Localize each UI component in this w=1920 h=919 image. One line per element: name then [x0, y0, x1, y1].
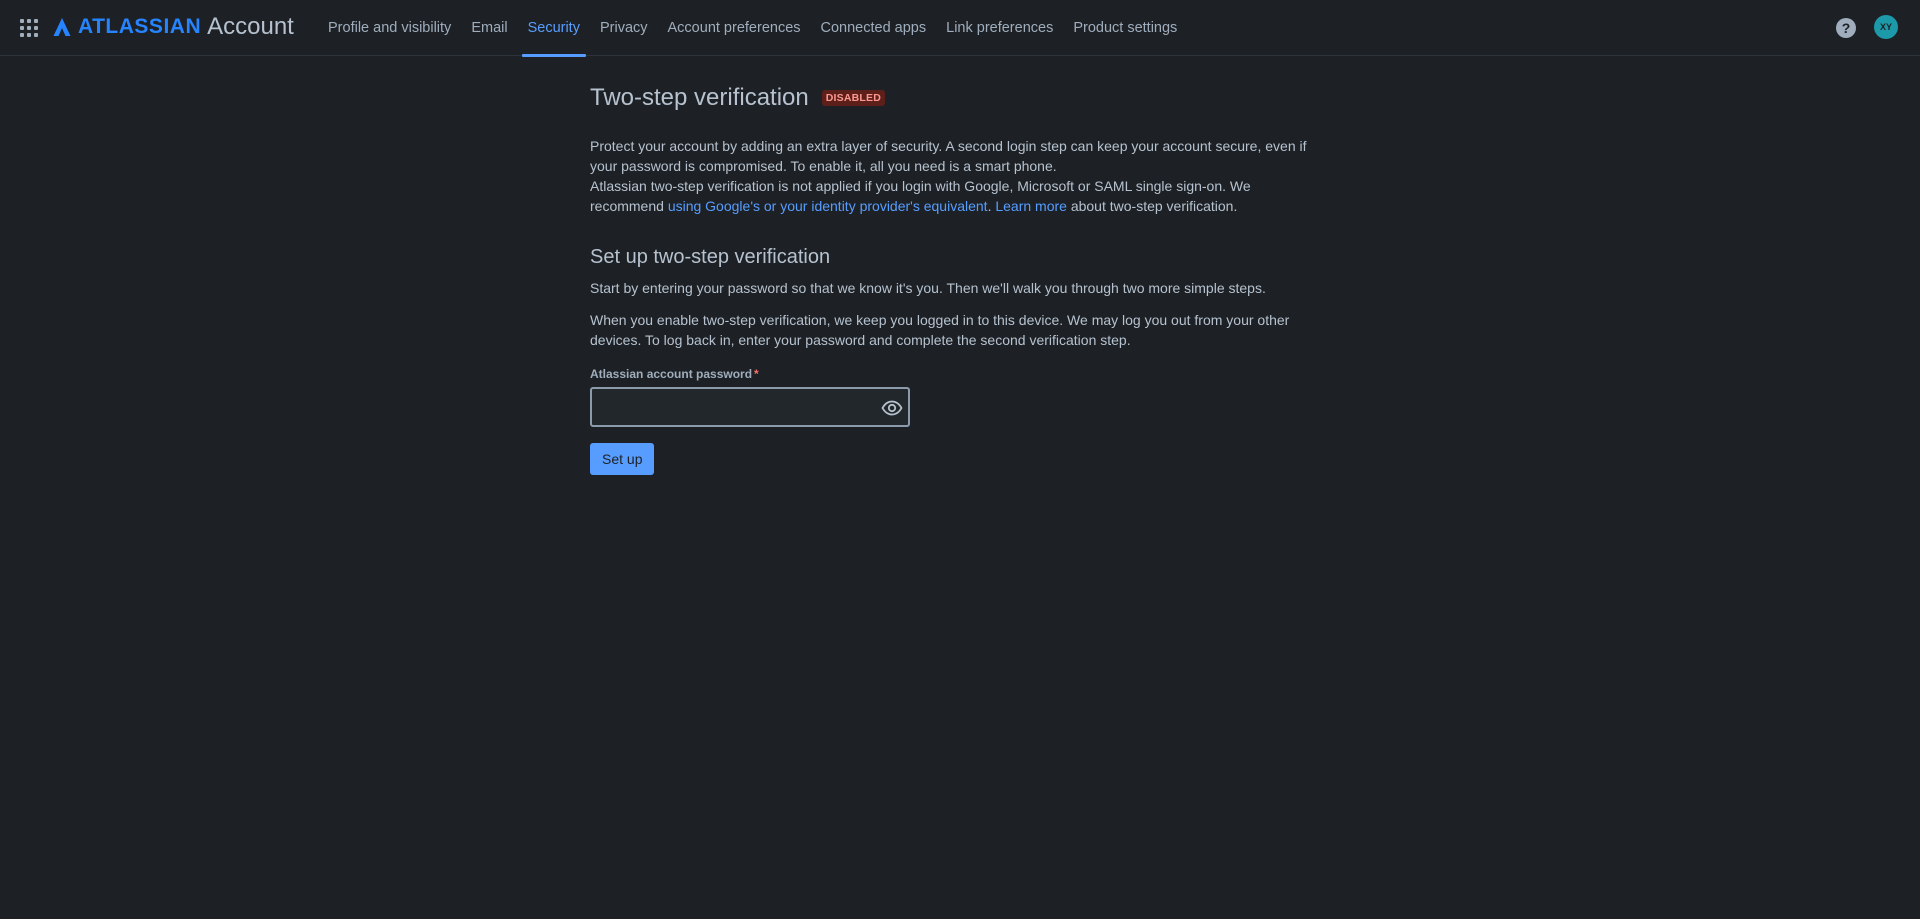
tab-product-settings[interactable]: Product settings	[1063, 0, 1187, 56]
setup-paragraph-1: Start by entering your password so that …	[590, 280, 1266, 296]
tab-email[interactable]: Email	[461, 0, 517, 56]
logo-product-text: Account	[207, 13, 294, 40]
tab-privacy[interactable]: Privacy	[590, 0, 658, 56]
tab-link-preferences[interactable]: Link preferences	[936, 0, 1063, 56]
password-input[interactable]	[592, 389, 908, 425]
help-question-icon[interactable]: ?	[1836, 18, 1856, 38]
tab-security[interactable]: Security	[518, 0, 590, 57]
atlassian-logo-icon	[53, 18, 71, 36]
main-content: Two-step verification DISABLED Protect y…	[590, 56, 1310, 475]
intro-paragraph-2: Atlassian two-step verification is not a…	[590, 176, 1310, 216]
title-row: Two-step verification DISABLED	[590, 84, 1310, 112]
required-asterisk: *	[754, 367, 759, 381]
password-field-wrapper	[590, 387, 910, 427]
logo-brand-text: ATLASSIAN	[78, 15, 202, 38]
nav-tabs: Profile and visibility Email Security Pr…	[318, 0, 1187, 57]
setup-paragraph-2: When you enable two-step verification, w…	[590, 312, 1290, 348]
tab-connected-apps[interactable]: Connected apps	[811, 0, 937, 56]
page-title: Two-step verification	[590, 84, 809, 111]
intro-paragraph-1: Protect your account by adding an extra …	[590, 138, 1307, 174]
tab-account-preferences[interactable]: Account preferences	[658, 0, 811, 56]
eye-icon[interactable]	[880, 396, 904, 420]
learn-more-link[interactable]: Learn more	[995, 198, 1067, 214]
password-label: Atlassian account password *	[590, 367, 1310, 381]
set-up-button[interactable]: Set up	[590, 443, 655, 475]
top-navigation: ATLASSIAN Account Profile and visibility…	[0, 0, 1920, 57]
identity-provider-link[interactable]: using Google's or your identity provider…	[668, 198, 988, 214]
setup-section-title: Set up two-step verification	[590, 246, 831, 268]
user-avatar[interactable]: XY	[1874, 15, 1898, 39]
password-label-text: Atlassian account password	[590, 367, 753, 381]
intro-text-after: about two-step verification.	[1066, 198, 1238, 214]
status-badge: DISABLED	[821, 90, 886, 106]
atlassian-account-logo[interactable]: ATLASSIAN Account	[52, 13, 294, 40]
app-switcher-grid-icon[interactable]	[20, 19, 38, 37]
intro-text: Protect your account by adding an extra …	[590, 136, 1310, 216]
tab-profile-and-visibility[interactable]: Profile and visibility	[318, 0, 461, 56]
